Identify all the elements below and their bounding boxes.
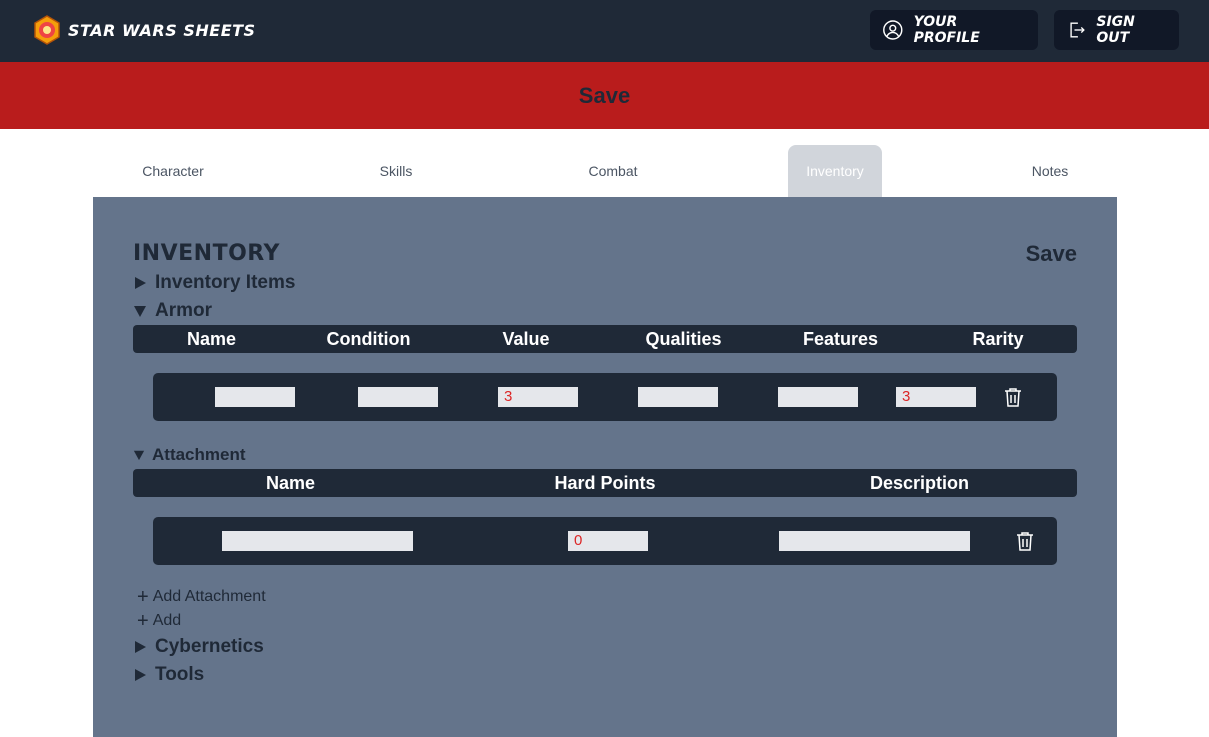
user-circle-icon [883,20,903,40]
tab-combat-label: Combat [588,163,638,179]
inventory-title: Inventory [133,241,280,266]
top-navbar: Star Wars Sheets Your Profile Sign Out [0,0,1209,62]
tab-combat[interactable]: Combat [568,145,658,197]
add-attachment-label: Add Attachment [152,588,266,605]
trash-icon[interactable] [1004,387,1022,407]
brand-name: Star Wars Sheets [68,20,256,40]
sign-out-button[interactable]: Sign Out [1054,10,1179,50]
armor-col-condition: Condition [326,328,411,349]
save-banner-button[interactable]: Save [0,62,1209,129]
logo-icon [34,15,60,45]
attachment-description-input[interactable] [779,531,970,551]
caret-down-icon [134,306,146,317]
attachment-toggle[interactable]: Attachment [133,443,246,467]
attachment-table-header: Name Hard Points Description [133,469,1077,497]
caret-right-icon [135,641,146,653]
add-button[interactable]: + Add [137,609,182,632]
cybernetics-label: Cybernetics [155,636,264,657]
tab-skills[interactable]: Skills [352,145,440,197]
inventory-panel: Inventory Save Inventory Items Armor Nam… [93,197,1117,737]
save-banner-label: Save [578,82,631,108]
armor-rarity-input[interactable]: 3 [896,387,976,407]
armor-label: Armor [155,300,213,321]
attachment-col-hard-points: Hard Points [554,472,656,493]
attachment-row: 0 [153,517,1057,565]
armor-toggle[interactable]: Armor [133,299,212,323]
attachment-hard-points-input[interactable]: 0 [568,531,648,551]
armor-row: 3 3 [153,373,1057,421]
armor-col-qualities: Qualities [645,328,722,349]
inventory-items-label: Inventory Items [155,272,296,293]
armor-col-name: Name [186,328,237,349]
sign-out-label: Sign Out [1096,14,1135,46]
attachment-col-description: Description [869,472,970,493]
your-profile-label: Your Profile [913,14,980,46]
attachment-col-name: Name [265,472,316,493]
plus-icon: + [137,585,149,608]
caret-right-icon [135,669,146,681]
plus-icon: + [137,609,149,632]
logout-icon [1070,22,1085,38]
your-profile-button[interactable]: Your Profile [870,10,1038,50]
armor-col-rarity: Rarity [972,328,1024,349]
armor-name-input[interactable] [215,387,295,407]
tab-inventory-label: Inventory [806,163,864,179]
cybernetics-toggle[interactable]: Cybernetics [133,635,264,659]
tab-notes-label: Notes [1031,163,1069,179]
armor-features-input[interactable] [778,387,858,407]
brand[interactable]: Star Wars Sheets [32,14,256,46]
add-attachment-button[interactable]: + Add Attachment [137,585,266,608]
tab-inventory[interactable]: Inventory [788,145,882,197]
inventory-save-button[interactable]: Save [1026,241,1077,267]
armor-value-input[interactable]: 3 [498,387,578,407]
tab-character[interactable]: Character [120,145,226,197]
add-label: Add [152,612,182,629]
tools-label: Tools [155,664,205,685]
trash-icon[interactable] [1016,531,1034,551]
attachment-name-input[interactable] [222,531,413,551]
armor-table-header: Name Condition Value Qualities Features … [133,325,1077,353]
tab-character-label: Character [142,163,204,179]
caret-right-icon [135,277,146,289]
armor-condition-input[interactable] [358,387,438,407]
armor-col-value: Value [502,328,550,349]
attachment-label: Attachment [152,445,246,464]
inventory-items-toggle[interactable]: Inventory Items [133,271,295,295]
tools-toggle[interactable]: Tools [133,663,204,687]
caret-down-icon [133,450,145,461]
armor-qualities-input[interactable] [638,387,718,407]
tab-notes[interactable]: Notes [1008,145,1092,197]
tab-skills-label: Skills [379,163,413,179]
armor-col-features: Features [802,328,879,349]
